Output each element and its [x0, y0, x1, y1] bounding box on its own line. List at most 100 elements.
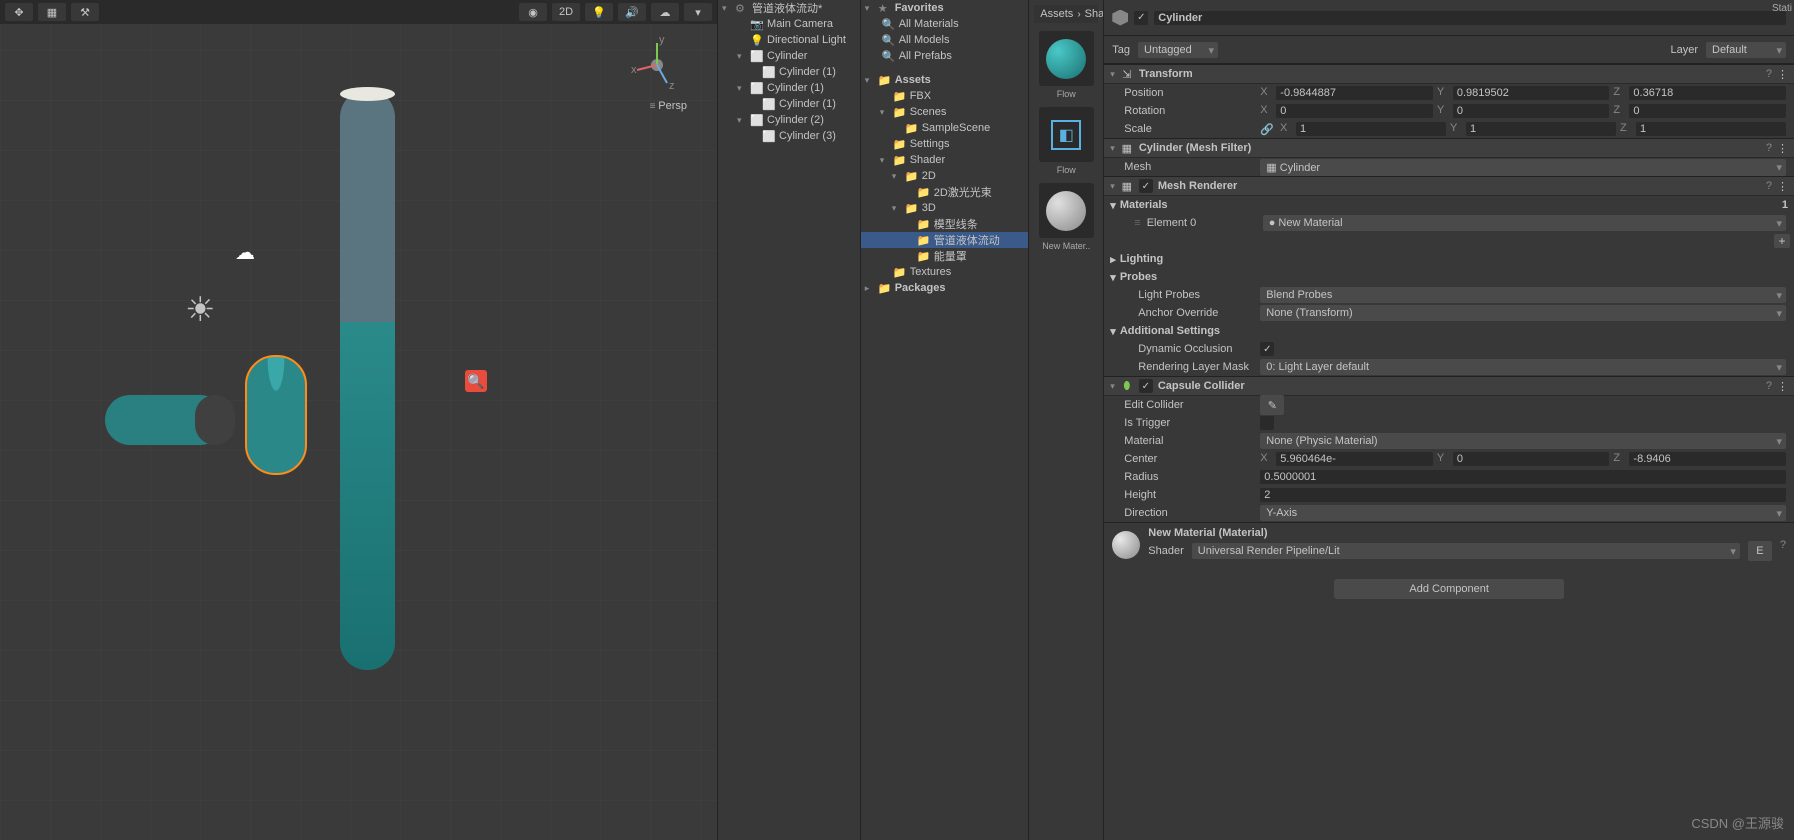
project-item[interactable]: ▾📁Scenes	[861, 104, 1029, 120]
asset-thumb[interactable]: Flow	[1039, 31, 1094, 99]
hierarchy-item[interactable]: ⬜Cylinder (1)	[718, 64, 860, 80]
favorite-item[interactable]: 🔍All Models	[861, 32, 1029, 48]
pos-x[interactable]	[1276, 86, 1433, 100]
help-icon[interactable]: ?	[1766, 380, 1772, 392]
light-gizmo-icon[interactable]: ☀	[185, 290, 215, 330]
add-component-button[interactable]: Add Component	[1334, 579, 1564, 599]
object-name-field[interactable]	[1154, 11, 1786, 25]
hierarchy-item[interactable]: 📷Main Camera	[718, 16, 860, 32]
collider-enabled[interactable]: ✓	[1139, 379, 1153, 393]
pos-z[interactable]	[1629, 86, 1786, 100]
dynamic-occlusion-checkbox[interactable]: ✓	[1260, 342, 1274, 356]
direction-dropdown[interactable]: Y-Axis	[1260, 505, 1786, 521]
materials-header[interactable]: ▾Materials1	[1104, 196, 1794, 214]
material-header[interactable]: New Material (Material) ShaderUniversal …	[1104, 522, 1794, 567]
favorite-item[interactable]: 🔍All Prefabs	[861, 48, 1029, 64]
help-icon[interactable]: ?	[1766, 142, 1772, 154]
physic-material-field[interactable]: None (Physic Material)	[1260, 433, 1786, 449]
meshfilter-header[interactable]: ▾▦Cylinder (Mesh Filter)?⋮	[1104, 138, 1794, 158]
static-toggle[interactable]: Stati	[1772, 3, 1792, 14]
project-item[interactable]: ▾📁2D	[861, 168, 1029, 184]
capsule-header[interactable]: ▾⬮✓Capsule Collider?⋮	[1104, 376, 1794, 396]
center-z[interactable]	[1629, 452, 1786, 466]
tool-btn[interactable]: ⚒	[71, 3, 99, 21]
center-x[interactable]	[1276, 452, 1433, 466]
packages-header[interactable]: ▸📁Packages	[861, 280, 1029, 296]
link-icon[interactable]: 🔗	[1260, 123, 1274, 136]
tool-btn[interactable]: ✥	[5, 3, 33, 21]
scale-x[interactable]	[1296, 122, 1446, 136]
help-icon[interactable]: ?	[1766, 68, 1772, 80]
additional-header[interactable]: ▾Additional Settings	[1104, 322, 1794, 340]
is-trigger-checkbox[interactable]	[1260, 416, 1274, 430]
menu-icon[interactable]: ⋮	[1777, 180, 1788, 193]
mesh-field[interactable]: ▦ Cylinder	[1260, 159, 1786, 176]
material-slot[interactable]: ● New Material	[1263, 215, 1786, 231]
hierarchy-item[interactable]: ▾⬜Cylinder (1)	[718, 80, 860, 96]
hierarchy-scene[interactable]: ▾⚙管道液体流动*	[718, 0, 860, 16]
edit-shader-button[interactable]: E	[1748, 541, 1772, 561]
tool-btn[interactable]: ▦	[38, 3, 66, 21]
radius-field[interactable]	[1260, 470, 1786, 484]
project-item[interactable]: 📁FBX	[861, 88, 1029, 104]
layer-dropdown[interactable]: Default	[1706, 42, 1786, 58]
project-item[interactable]: ▾📁3D	[861, 200, 1029, 216]
menu-icon[interactable]: ⋮	[1777, 68, 1788, 81]
probes-header[interactable]: ▾Probes	[1104, 268, 1794, 286]
asset-thumb[interactable]: ◧Flow	[1039, 107, 1094, 175]
active-checkbox[interactable]: ✓	[1134, 11, 1148, 25]
project-item[interactable]: 📁SampleScene	[861, 120, 1029, 136]
help-icon[interactable]: ?	[1780, 539, 1786, 551]
transform-header[interactable]: ▾⇲Transform?⋮	[1104, 64, 1794, 84]
scene-object-cylinder-tall[interactable]	[340, 90, 395, 670]
project-item[interactable]: 📁模型线条	[861, 216, 1029, 232]
scene-object-cylinder-left[interactable]	[105, 395, 225, 445]
drag-icon[interactable]: ≡	[1134, 217, 1140, 229]
project-item[interactable]: 📁Textures	[861, 264, 1029, 280]
tag-dropdown[interactable]: Untagged	[1138, 42, 1218, 58]
height-field[interactable]	[1260, 488, 1786, 502]
project-item[interactable]: ▾📁Shader	[861, 152, 1029, 168]
layer-mask-dropdown[interactable]: 0: Light Layer default	[1260, 359, 1786, 375]
tool-btn[interactable]: ◉	[519, 3, 547, 21]
help-icon[interactable]: ?	[1766, 180, 1772, 192]
renderer-enabled[interactable]: ✓	[1139, 179, 1153, 193]
hierarchy-item[interactable]: ▾⬜Cylinder (2)	[718, 112, 860, 128]
tool-light[interactable]: 💡	[585, 3, 613, 21]
favorites-header[interactable]: ▾★Favorites	[861, 0, 1029, 16]
hierarchy-item[interactable]: ⬜Cylinder (3)	[718, 128, 860, 144]
project-item[interactable]: 📁管道液体流动	[861, 232, 1029, 248]
scale-y[interactable]	[1466, 122, 1616, 136]
rot-y[interactable]	[1453, 104, 1610, 118]
project-item[interactable]: 📁2D激光光束	[861, 184, 1029, 200]
rot-x[interactable]	[1276, 104, 1433, 118]
favorite-item[interactable]: 🔍All Materials	[861, 16, 1029, 32]
rot-z[interactable]	[1629, 104, 1786, 118]
pos-y[interactable]	[1453, 86, 1610, 100]
tool-fx[interactable]: ☁	[651, 3, 679, 21]
scene-view[interactable]: ✥ ▦ ⚒ ◉ 2D 💡 🔊 ☁ ▾ yxz ≡ Persp ☀ ☁ 🔍	[0, 0, 717, 840]
hierarchy-item[interactable]: 💡Directional Light	[718, 32, 860, 48]
scale-z[interactable]	[1636, 122, 1786, 136]
project-item[interactable]: 📁能量罩	[861, 248, 1029, 264]
edit-collider-button[interactable]: ✎	[1260, 395, 1284, 415]
breadcrumb[interactable]: Assets › Sha	[1034, 5, 1098, 23]
anchor-dropdown[interactable]: None (Transform)	[1260, 305, 1786, 321]
hierarchy-item[interactable]: ⬜Cylinder (1)	[718, 96, 860, 112]
projection-label[interactable]: ≡ Persp	[650, 100, 687, 112]
menu-icon[interactable]: ⋮	[1777, 142, 1788, 155]
light-probes-dropdown[interactable]: Blend Probes	[1260, 287, 1786, 303]
asset-thumb[interactable]: New Mater..	[1039, 183, 1094, 251]
meshrenderer-header[interactable]: ▾▦✓Mesh Renderer?⋮	[1104, 176, 1794, 196]
menu-icon[interactable]: ⋮	[1777, 380, 1788, 393]
center-y[interactable]	[1453, 452, 1610, 466]
assets-header[interactable]: ▾📁Assets	[861, 72, 1029, 88]
scene-object-cylinder-selected[interactable]	[245, 355, 307, 475]
add-material-button[interactable]: +	[1774, 234, 1790, 248]
tool-gizmo[interactable]: ▾	[684, 3, 712, 21]
tool-audio[interactable]: 🔊	[618, 3, 646, 21]
orientation-gizmo[interactable]: yxz	[627, 35, 687, 95]
lighting-header[interactable]: ▸Lighting	[1104, 250, 1794, 268]
hierarchy-item[interactable]: ▾⬜Cylinder	[718, 48, 860, 64]
shader-dropdown[interactable]: Universal Render Pipeline/Lit	[1192, 543, 1740, 559]
